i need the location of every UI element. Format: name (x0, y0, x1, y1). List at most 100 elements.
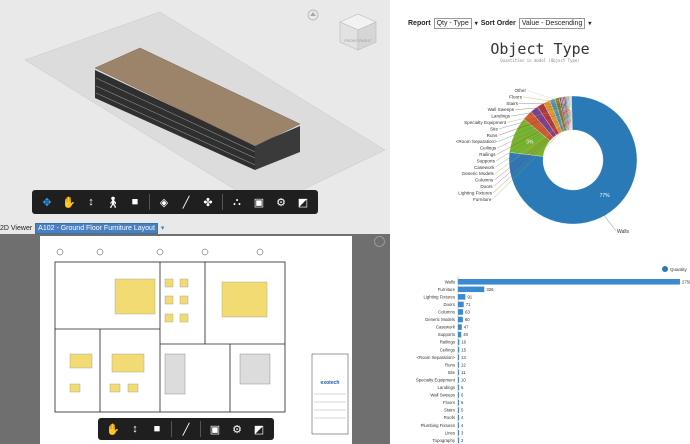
pie-label: Specialty Equipment (464, 120, 507, 125)
bar-18[interactable] (458, 414, 459, 421)
bar-value-label: 326 (486, 287, 494, 292)
measure-icon[interactable]: ╱ (175, 420, 197, 438)
pan-icon[interactable]: ✋ (58, 193, 80, 211)
bar-5[interactable] (458, 316, 463, 323)
sheet-select[interactable]: A102 - Ground Floor Furniture Layout (35, 222, 158, 234)
bar-category-label: Topography (433, 438, 456, 443)
bar-11[interactable] (458, 362, 459, 368)
pan-icon[interactable]: ✋ (102, 420, 124, 438)
bar-17[interactable] (458, 407, 459, 413)
home-icon[interactable] (307, 9, 319, 21)
zoom-icon[interactable]: ↕ (80, 193, 102, 211)
orbit-icon[interactable]: ✥ (36, 193, 58, 211)
fullscreen-icon[interactable]: ◩ (248, 420, 270, 438)
viewer-2d-header: 2D Viewer A102 - Ground Floor Furniture … (0, 222, 390, 234)
bar-10[interactable] (458, 354, 460, 361)
view-cube[interactable]: FRONT RIGHT (339, 13, 377, 51)
viewer-2d-label: 2D Viewer (0, 224, 33, 232)
viewer-3d[interactable]: FRONT RIGHT ✥ ✋ ↕ 🚶︎ ■ ◈ ╱ ✤ ⛬ ▣ ⚙ ◩ (0, 0, 390, 222)
walk-icon[interactable]: 🚶︎ (102, 193, 124, 211)
toolbar-divider (222, 194, 223, 210)
bar-value-label: 12 (461, 362, 466, 367)
bar-2[interactable] (458, 294, 466, 300)
bar-category-label: Plumbing Fixtures (421, 423, 455, 428)
properties-icon[interactable]: ▣ (248, 193, 270, 211)
home-icon[interactable] (374, 236, 385, 247)
toolbar-divider (149, 194, 150, 210)
bar-6[interactable] (458, 324, 462, 330)
measure-icon[interactable]: ╱ (175, 193, 197, 211)
bar-0[interactable] (458, 279, 680, 285)
bar-category-label: Specialty Equipment (416, 377, 456, 382)
bar-chart[interactable]: QuantityWalls2750Furniture326Lighting Fi… (390, 250, 690, 444)
bar-13[interactable] (458, 377, 459, 383)
bar-category-label: <Room Separation> (417, 355, 456, 360)
bar-category-label: Supports (438, 332, 455, 337)
pie-label: Furniture (473, 197, 492, 202)
bar-value-label: 2 (461, 438, 464, 443)
bar-20[interactable] (458, 430, 459, 436)
toolbar-2d: ✋ ↕ ■ ╱ ▣ ⚙ ◩ (98, 418, 274, 440)
bar-21[interactable] (458, 437, 459, 444)
bar-19[interactable] (458, 422, 459, 428)
bar-category-label: Floors (443, 400, 455, 405)
pie-chart[interactable]: 77%9%OtherFloorsStairsWall SweepsLanding… (390, 0, 690, 250)
chevron-down-icon[interactable]: ▾ (161, 224, 165, 232)
sheet-canvas[interactable]: exotech (0, 234, 390, 444)
explode-icon[interactable]: ✤ (197, 193, 219, 211)
bar-value-label: 47 (464, 325, 469, 330)
bar-value-label: 91 (467, 294, 472, 299)
settings-icon[interactable]: ⚙ (226, 420, 248, 438)
bar-9[interactable] (458, 346, 460, 353)
bar-8[interactable] (458, 339, 460, 345)
bar-category-label: Landings (438, 385, 455, 390)
bar-category-label: Lines (445, 430, 455, 435)
bar-4[interactable] (458, 309, 464, 315)
section-icon[interactable]: ◈ (153, 193, 175, 211)
toolbar-divider (200, 421, 201, 437)
bar-7[interactable] (458, 331, 462, 338)
report-pie-panel: Report Qty - Type ▾ Sort Order Value - D… (390, 0, 690, 250)
model-3d-canvas[interactable]: FRONT RIGHT (0, 0, 390, 222)
camera-icon[interactable]: ■ (146, 420, 168, 438)
pie-label: Lighting Fixtures (458, 190, 492, 195)
bar-category-label: Lighting Fixtures (423, 294, 455, 299)
pie-label: Casework (474, 165, 495, 170)
bar-value-label: 6 (461, 385, 464, 390)
fullscreen-icon[interactable]: ◩ (292, 193, 314, 211)
bar-category-label: Doors (444, 302, 455, 307)
pie-label: Ceilings (480, 146, 497, 151)
bar-1[interactable] (458, 286, 485, 293)
model-browser-icon[interactable]: ⛬ (226, 193, 248, 211)
bar-value-label: 6 (461, 400, 464, 405)
pie-label: Landings (491, 114, 510, 119)
bar-category-label: Railings (440, 340, 455, 345)
toolbar-divider (171, 421, 172, 437)
bar-category-label: Casework (436, 325, 456, 330)
title-block-logo-text: exotech (321, 380, 340, 386)
pie-label: Columns (475, 178, 494, 183)
bar-12[interactable] (458, 369, 459, 376)
bar-3[interactable] (458, 301, 464, 308)
bar-category-label: Generic Models (425, 317, 455, 322)
camera-icon[interactable]: ■ (124, 193, 146, 211)
toolbar-3d: ✥ ✋ ↕ 🚶︎ ■ ◈ ╱ ✤ ⛬ ▣ ⚙ ◩ (32, 190, 318, 214)
bar-category-label: Walls (445, 279, 455, 284)
viewer-2d[interactable]: 2D Viewer A102 - Ground Floor Furniture … (0, 222, 390, 444)
view-cube-label: FRONT RIGHT (344, 38, 372, 43)
zoom-icon[interactable]: ↕ (124, 420, 146, 438)
properties-icon[interactable]: ▣ (204, 420, 226, 438)
bar-category-label: Furniture (438, 287, 456, 292)
settings-icon[interactable]: ⚙ (270, 193, 292, 211)
bar-value-label: 5 (461, 408, 464, 413)
pie-slice-percent-label: 77% (600, 193, 611, 199)
bar-16[interactable] (458, 399, 459, 406)
bar-category-label: Roofs (444, 415, 455, 420)
bar-14[interactable] (458, 384, 459, 391)
bar-category-label: Ceilings (440, 347, 455, 352)
pie-label: Wall Sweeps (488, 107, 515, 112)
bar-value-label: 4 (461, 423, 464, 428)
bar-value-label: 60 (465, 317, 470, 322)
bar-15[interactable] (458, 392, 459, 398)
pie-label: Site (490, 126, 498, 131)
